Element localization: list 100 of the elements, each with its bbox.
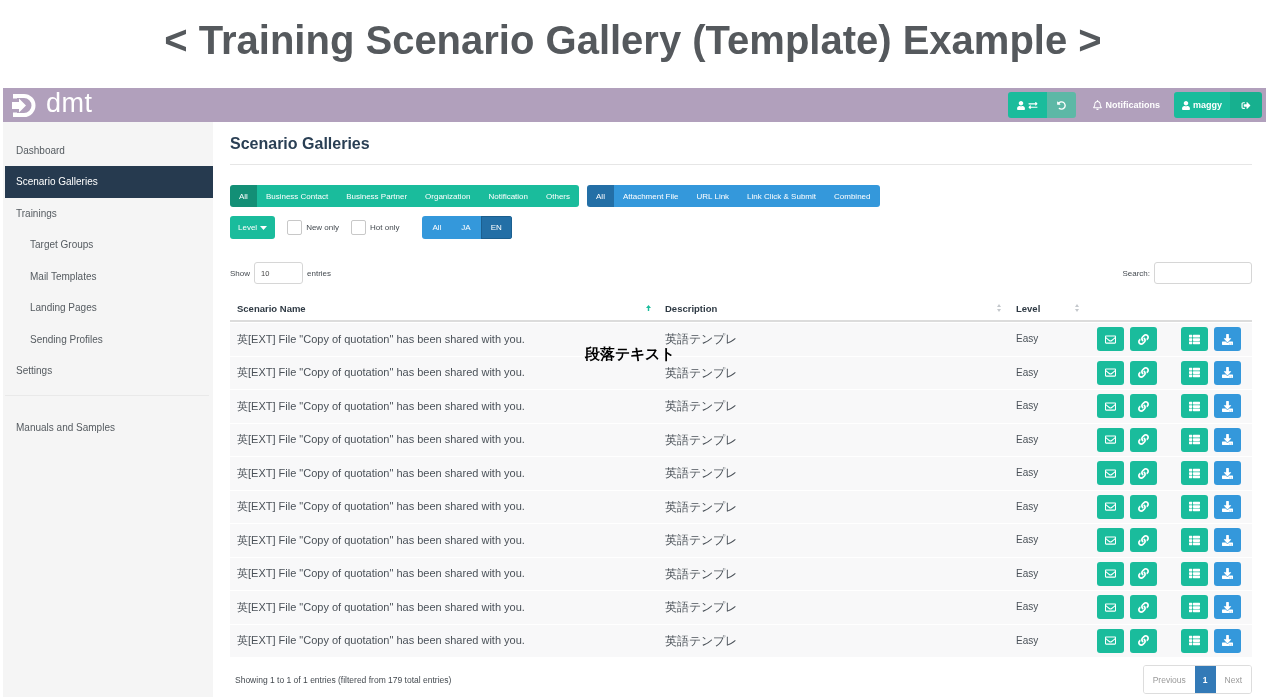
mail-button[interactable] xyxy=(1097,461,1124,486)
search-field[interactable] xyxy=(1154,262,1252,284)
scenario-name: 英[EXT] File "Copy of quotation" has been shared with you. xyxy=(237,567,525,581)
download-icon xyxy=(1222,400,1233,412)
page-heading: Scenario Galleries xyxy=(230,134,371,154)
list-button[interactable] xyxy=(1181,628,1208,653)
mail-button[interactable] xyxy=(1097,427,1124,452)
link-button[interactable] xyxy=(1130,360,1157,385)
list-button[interactable] xyxy=(1181,528,1208,553)
description-text: 英語テンプレ xyxy=(665,533,737,548)
mail-icon xyxy=(1105,333,1116,345)
link-icon xyxy=(1138,534,1149,546)
page-button[interactable]: 1 xyxy=(1194,666,1216,693)
column-header[interactable]: Description xyxy=(655,296,1005,320)
download-button[interactable] xyxy=(1214,595,1241,620)
link-icon xyxy=(1138,434,1149,446)
scenario-name: 英[EXT] File "Copy of quotation" has been shared with you. xyxy=(237,533,525,547)
filter-button[interactable]: Link Click & Submit xyxy=(738,185,826,207)
mail-button[interactable] xyxy=(1097,628,1124,653)
search-label: Search: xyxy=(1122,268,1150,278)
description-text: 英語テンプレ xyxy=(665,633,737,648)
sidebar-item[interactable]: Target Groups xyxy=(5,229,213,261)
list-button[interactable] xyxy=(1181,427,1208,452)
link-button[interactable] xyxy=(1130,394,1157,419)
download-button[interactable] xyxy=(1214,628,1241,653)
mail-button[interactable] xyxy=(1097,360,1124,385)
mail-icon xyxy=(1105,400,1116,412)
filter-button[interactable]: Business Contact xyxy=(256,185,338,207)
mail-button[interactable] xyxy=(1097,494,1124,519)
mail-icon xyxy=(1105,635,1116,647)
annotation-text: 段落テキスト xyxy=(585,347,675,362)
filter-button[interactable]: Organization xyxy=(416,185,480,207)
mail-icon xyxy=(1105,467,1116,479)
sidebar-item[interactable]: Settings xyxy=(5,355,213,387)
download-button[interactable] xyxy=(1214,528,1241,553)
checkbox[interactable] xyxy=(287,220,303,235)
sidebar-item[interactable]: Trainings xyxy=(5,197,213,229)
link-button[interactable] xyxy=(1130,427,1157,452)
list-button[interactable] xyxy=(1181,360,1208,385)
link-icon xyxy=(1138,568,1149,580)
filter-button[interactable]: URL Link xyxy=(687,185,739,207)
sidebar-item[interactable]: Manuals and Samples xyxy=(5,411,213,443)
download-button[interactable] xyxy=(1214,327,1241,352)
undo-button[interactable] xyxy=(1047,92,1077,118)
list-icon xyxy=(1189,635,1200,647)
description-text: 英語テンプレ xyxy=(665,332,737,347)
link-button[interactable] xyxy=(1130,461,1157,486)
link-icon xyxy=(1138,501,1149,513)
list-button[interactable] xyxy=(1181,494,1208,519)
list-button[interactable] xyxy=(1181,561,1208,586)
list-button[interactable] xyxy=(1181,595,1208,620)
mail-button[interactable] xyxy=(1097,561,1124,586)
filter-button[interactable]: Business Partner xyxy=(337,185,417,207)
list-button[interactable] xyxy=(1181,327,1208,352)
checkbox[interactable] xyxy=(351,220,367,235)
sidebar-item[interactable]: Landing Pages xyxy=(5,292,213,324)
list-button[interactable] xyxy=(1181,394,1208,419)
filter-button[interactable]: All xyxy=(230,185,257,207)
link-button[interactable] xyxy=(1130,327,1157,352)
download-button[interactable] xyxy=(1214,394,1241,419)
download-icon xyxy=(1222,367,1233,379)
user-menu-button[interactable]: maggy xyxy=(1174,92,1230,118)
mail-button[interactable] xyxy=(1097,394,1124,419)
filter-button[interactable]: All xyxy=(587,185,614,207)
column-header[interactable]: Scenario Name xyxy=(230,296,655,320)
download-button[interactable] xyxy=(1214,561,1241,586)
filter-button[interactable]: All xyxy=(422,216,452,239)
download-button[interactable] xyxy=(1214,494,1241,519)
link-button[interactable] xyxy=(1130,494,1157,519)
link-button[interactable] xyxy=(1130,528,1157,553)
mail-button[interactable] xyxy=(1097,528,1124,553)
sidebar-item[interactable]: Sending Profiles xyxy=(5,323,213,355)
mail-button[interactable] xyxy=(1097,327,1124,352)
filter-button[interactable]: EN xyxy=(480,216,512,239)
column-header[interactable]: Level xyxy=(1005,296,1085,320)
notifications-link[interactable]: Notifications xyxy=(1093,100,1160,110)
scenario-name: 英[EXT] File "Copy of quotation" has been shared with you. xyxy=(237,366,525,380)
list-button[interactable] xyxy=(1181,461,1208,486)
download-button[interactable] xyxy=(1214,427,1241,452)
link-button[interactable] xyxy=(1130,595,1157,620)
link-button[interactable] xyxy=(1130,561,1157,586)
level-dropdown[interactable]: Level xyxy=(230,216,276,239)
link-button[interactable] xyxy=(1130,628,1157,653)
sidebar-item[interactable]: Scenario Galleries xyxy=(5,166,213,198)
link-icon xyxy=(1138,333,1149,345)
filter-button[interactable]: JA xyxy=(451,216,481,239)
switch-user-button[interactable] xyxy=(1008,92,1048,118)
filter-button[interactable]: Attachment File xyxy=(613,185,688,207)
download-button[interactable] xyxy=(1214,360,1241,385)
list-icon xyxy=(1189,367,1200,379)
mail-button[interactable] xyxy=(1097,595,1124,620)
filter-button[interactable]: Others xyxy=(537,185,580,207)
download-button[interactable] xyxy=(1214,461,1241,486)
description-text: 英語テンプレ xyxy=(665,466,737,481)
sidebar-item[interactable]: Dashboard xyxy=(5,134,213,166)
mail-icon xyxy=(1105,434,1116,446)
sidebar-item[interactable]: Mail Templates xyxy=(5,260,213,292)
filter-button[interactable]: Notification xyxy=(479,185,537,207)
filter-button[interactable]: Combined xyxy=(825,185,880,207)
logout-button[interactable] xyxy=(1230,92,1262,118)
